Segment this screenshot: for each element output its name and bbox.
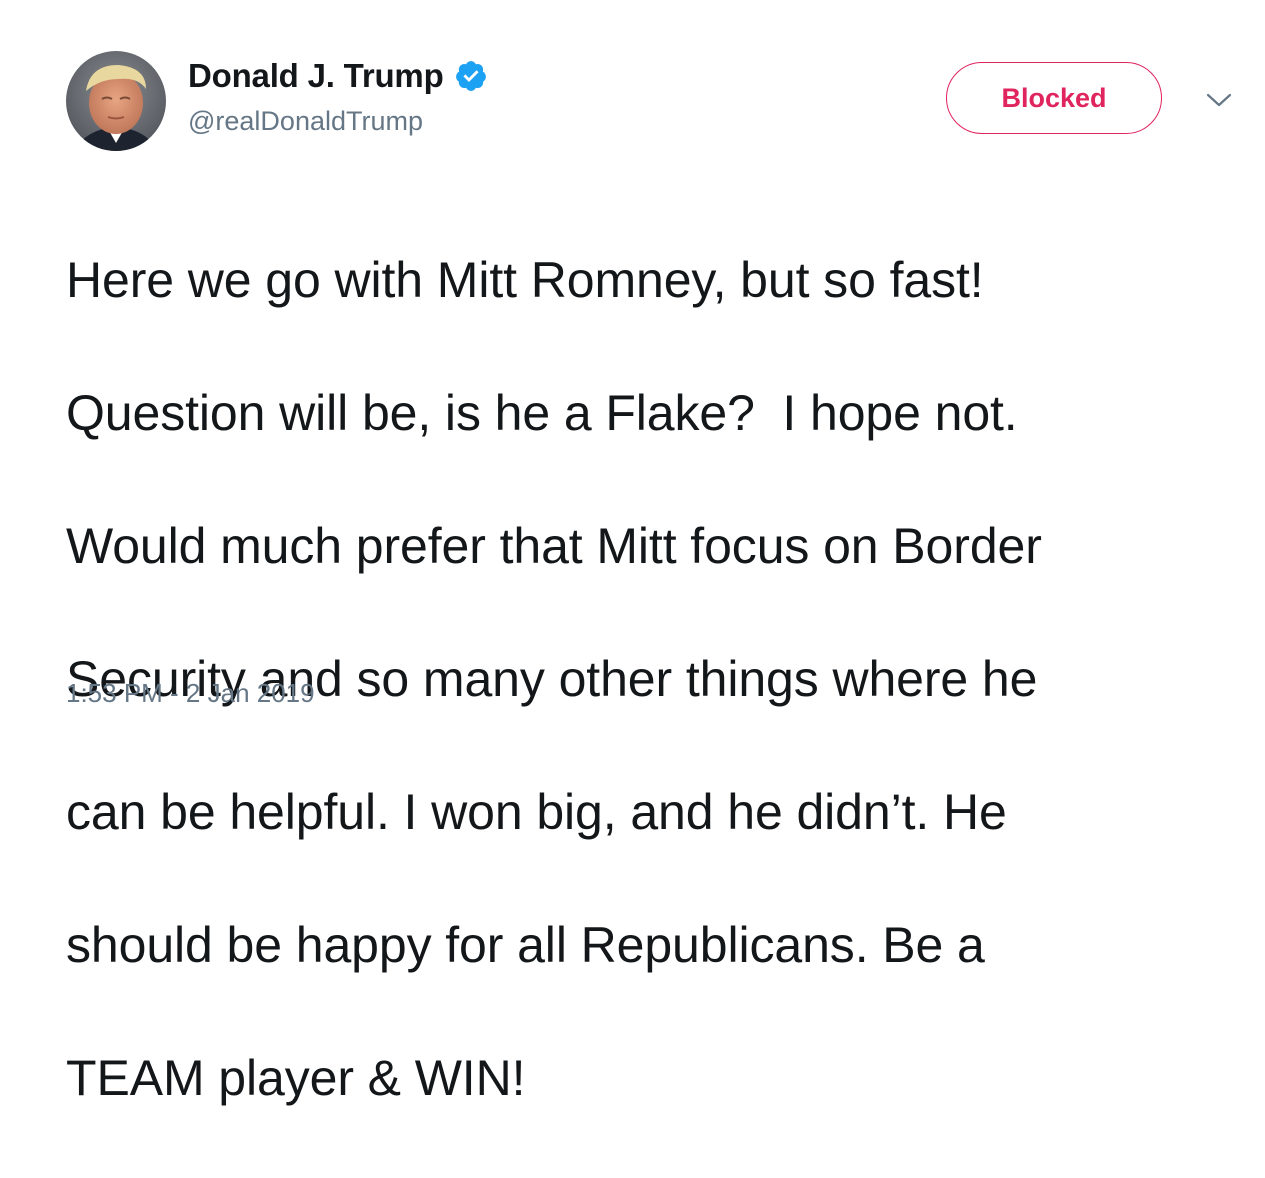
tweet-text-line: TEAM player & WIN! <box>66 1049 526 1106</box>
author-info: Donald J. Trump @realDonaldTrump <box>188 55 488 137</box>
avatar[interactable] <box>66 51 166 151</box>
name-row: Donald J. Trump <box>188 55 488 97</box>
avatar-image <box>66 51 166 151</box>
tweet-text-line: Question will be, is he a Flake? I hope … <box>66 384 1018 441</box>
verified-badge-icon <box>454 59 488 93</box>
tweet-timestamp[interactable]: 1:53 PM - 2 Jan 2019 <box>66 678 315 709</box>
display-name[interactable]: Donald J. Trump <box>188 57 444 95</box>
user-handle[interactable]: @realDonaldTrump <box>188 106 488 137</box>
tweet-text-line: Here we go with Mitt Romney, but so fast… <box>66 251 984 308</box>
tweet-card: Donald J. Trump @realDonaldTrump Blocked… <box>0 0 1265 1106</box>
blocked-button[interactable]: Blocked <box>946 62 1162 134</box>
tweet-text-line: Would much prefer that Mitt focus on Bor… <box>66 517 1042 574</box>
tweet-text-line: can be helpful. I won big, and he didn’t… <box>66 783 1007 840</box>
tweet-text-line: should be happy for all Republicans. Be … <box>66 916 985 973</box>
chevron-down-icon[interactable] <box>1204 88 1234 112</box>
